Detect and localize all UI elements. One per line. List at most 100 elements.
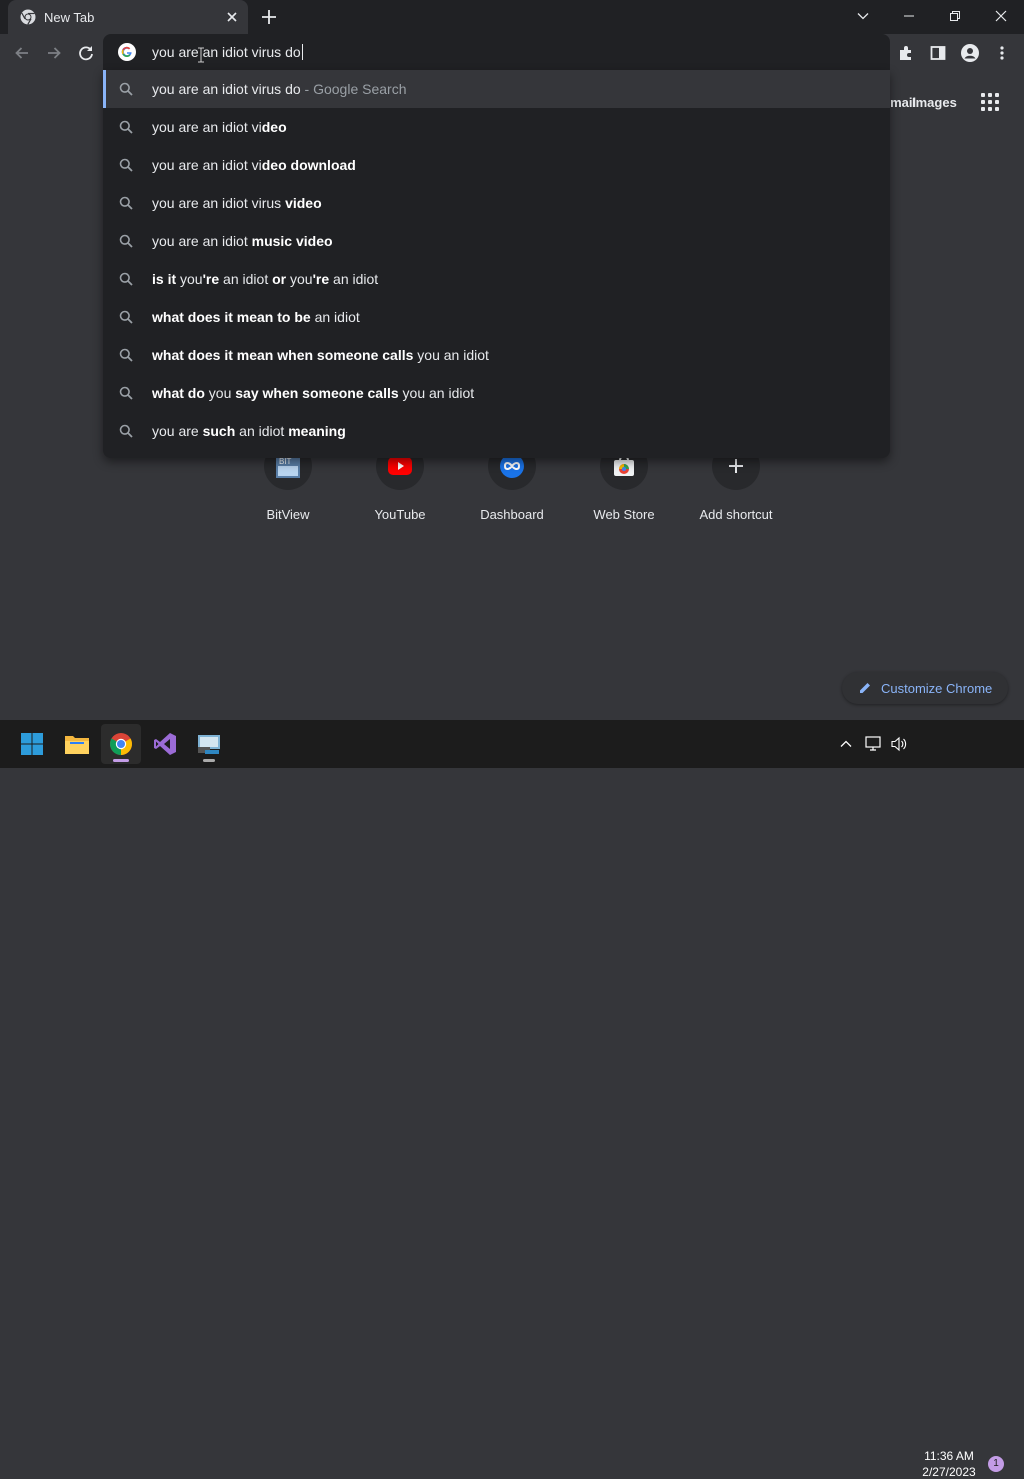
- suggestion-text-part: you are an idiot virus: [152, 195, 286, 211]
- svg-text:BIT: BIT: [279, 457, 292, 466]
- arrow-right-icon: [48, 47, 61, 59]
- forward-button[interactable]: [42, 41, 66, 65]
- suggestion-text-part: - Google Search: [300, 81, 407, 97]
- suggestion-text-part: you are an idiot virus do: [152, 81, 301, 97]
- suggestion-text: you are such an idiot meaning: [152, 423, 346, 439]
- suggestion-text-part: 're: [202, 271, 220, 287]
- visual-studio-icon: [154, 733, 176, 755]
- suggestion-text-part: an idiot: [219, 271, 273, 287]
- file-explorer-icon: [65, 736, 89, 754]
- remote-desktop-button[interactable]: [189, 724, 229, 764]
- google-apps-grid-icon[interactable]: [980, 92, 1000, 112]
- suggestion-item[interactable]: you are such an idiot meaning: [103, 412, 890, 450]
- minimize-button[interactable]: [886, 0, 932, 32]
- google-logo-icon: [118, 43, 136, 61]
- suggestion-text-part: video: [285, 195, 322, 211]
- suggestion-text-part: you are an idiot vi: [152, 119, 262, 135]
- side-panel-icon: [930, 46, 946, 60]
- active-indicator: [113, 759, 129, 762]
- side-panel-button[interactable]: [926, 41, 950, 65]
- close-icon: [995, 10, 1007, 22]
- notification-badge[interactable]: 1: [988, 1456, 1004, 1472]
- suggestion-text-part: is it: [152, 271, 181, 287]
- suggestion-text-part: you: [180, 271, 203, 287]
- volume-button[interactable]: [889, 734, 909, 754]
- suggestion-text-part: meaning: [288, 423, 346, 439]
- tab-title: New Tab: [44, 10, 95, 25]
- suggestion-item[interactable]: you are an idiot video download: [103, 146, 890, 184]
- youtube-icon: [388, 457, 412, 475]
- suggestion-text-part: you: [290, 271, 313, 287]
- extensions-button[interactable]: [894, 41, 918, 65]
- shortcut-label: Add shortcut: [699, 507, 773, 522]
- search-icon: [119, 120, 133, 134]
- restore-button[interactable]: [932, 0, 978, 32]
- profile-button[interactable]: [958, 41, 982, 65]
- customize-chrome-button[interactable]: Customize Chrome: [842, 672, 1008, 704]
- suggestion-item[interactable]: you are an idiot music video: [103, 222, 890, 260]
- close-tab-icon[interactable]: [224, 9, 240, 25]
- suggestion-text-part: you an idiot: [402, 385, 475, 401]
- clock-date: 2/27/2023: [922, 1465, 976, 1479]
- search-icon: [119, 424, 133, 438]
- avatar-icon: [961, 44, 979, 62]
- suggestion-text-part: an idiot: [314, 309, 360, 325]
- suggestion-text: you are an idiot virus do - Google Searc…: [152, 81, 406, 97]
- pencil-icon: [860, 683, 870, 693]
- tab-new-tab[interactable]: New Tab: [8, 0, 248, 34]
- reload-button[interactable]: [74, 41, 98, 65]
- suggestion-text-part: deo: [261, 119, 287, 135]
- network-icon: [865, 736, 881, 751]
- suggestion-item[interactable]: you are an idiot virus video: [103, 184, 890, 222]
- suggestion-item[interactable]: what does it mean when someone calls you…: [103, 336, 890, 374]
- restore-icon: [950, 11, 960, 21]
- chrome-taskbar-button[interactable]: [101, 724, 141, 764]
- chevron-up-icon: [840, 740, 852, 747]
- suggestion-text-part: an idiot: [329, 271, 379, 287]
- clock-time: 11:36 AM: [924, 1449, 974, 1463]
- suggestion-text: what do you say when someone calls you a…: [152, 385, 474, 401]
- ibeam-cursor-icon: [198, 47, 204, 63]
- speaker-icon: [891, 736, 907, 752]
- suggestion-text: what does it mean when someone calls you…: [152, 347, 489, 363]
- title-bar: New Tab: [0, 0, 1024, 34]
- new-tab-plus-icon[interactable]: [258, 6, 280, 28]
- chevron-down-icon: [857, 13, 869, 20]
- chrome-icon: [110, 733, 132, 755]
- close-window-button[interactable]: [978, 0, 1024, 32]
- menu-button[interactable]: [990, 41, 1014, 65]
- puzzle-piece-icon: [900, 46, 911, 60]
- suggestion-item[interactable]: you are an idiot video: [103, 108, 890, 146]
- suggestion-text: is it you're an idiot or you're an idiot: [152, 271, 378, 287]
- address-bar-text[interactable]: you are an idiot virus do: [152, 44, 303, 60]
- suggestion-text-part: what does it mean when someone calls: [152, 347, 418, 363]
- suggestion-item[interactable]: is it you're an idiot or you're an idiot: [103, 260, 890, 298]
- running-indicator: [203, 759, 215, 762]
- address-bar[interactable]: you are an idiot virus do: [103, 34, 890, 70]
- remote-desktop-icon: [198, 735, 220, 754]
- search-icon: [119, 386, 133, 400]
- suggestion-text-part: such: [202, 423, 236, 439]
- suggestion-text-part: say when someone calls: [235, 385, 403, 401]
- shortcut-label: Dashboard: [480, 507, 544, 522]
- suggestion-item[interactable]: you are an idiot virus do - Google Searc…: [103, 70, 890, 108]
- file-explorer-button[interactable]: [57, 724, 97, 764]
- shortcut-label: YouTube: [374, 507, 426, 522]
- suggestion-item[interactable]: what do you say when someone calls you a…: [103, 374, 890, 412]
- back-button[interactable]: [10, 41, 34, 65]
- tab-search-button[interactable]: [840, 0, 886, 32]
- start-button[interactable]: [12, 724, 52, 764]
- suggestion-text-part: you an idiot: [417, 347, 489, 363]
- customize-chrome-label: Customize Chrome: [881, 681, 993, 696]
- suggestions-dropdown: you are an idiot virus do - Google Searc…: [103, 70, 890, 458]
- address-bar-value: you are an idiot virus do: [152, 44, 301, 60]
- suggestion-item[interactable]: what does it mean to be an idiot: [103, 298, 890, 336]
- text-caret: [301, 44, 303, 60]
- visual-studio-button[interactable]: [145, 724, 185, 764]
- windows-taskbar: 11:36 AM 2/27/2023 1: [0, 720, 1024, 1479]
- show-hidden-icons-button[interactable]: [836, 734, 856, 754]
- network-button[interactable]: [863, 734, 883, 754]
- suggestion-text-part: or: [272, 271, 290, 287]
- images-link[interactable]: Images: [912, 95, 957, 110]
- suggestion-text-part: you are an idiot: [152, 233, 252, 249]
